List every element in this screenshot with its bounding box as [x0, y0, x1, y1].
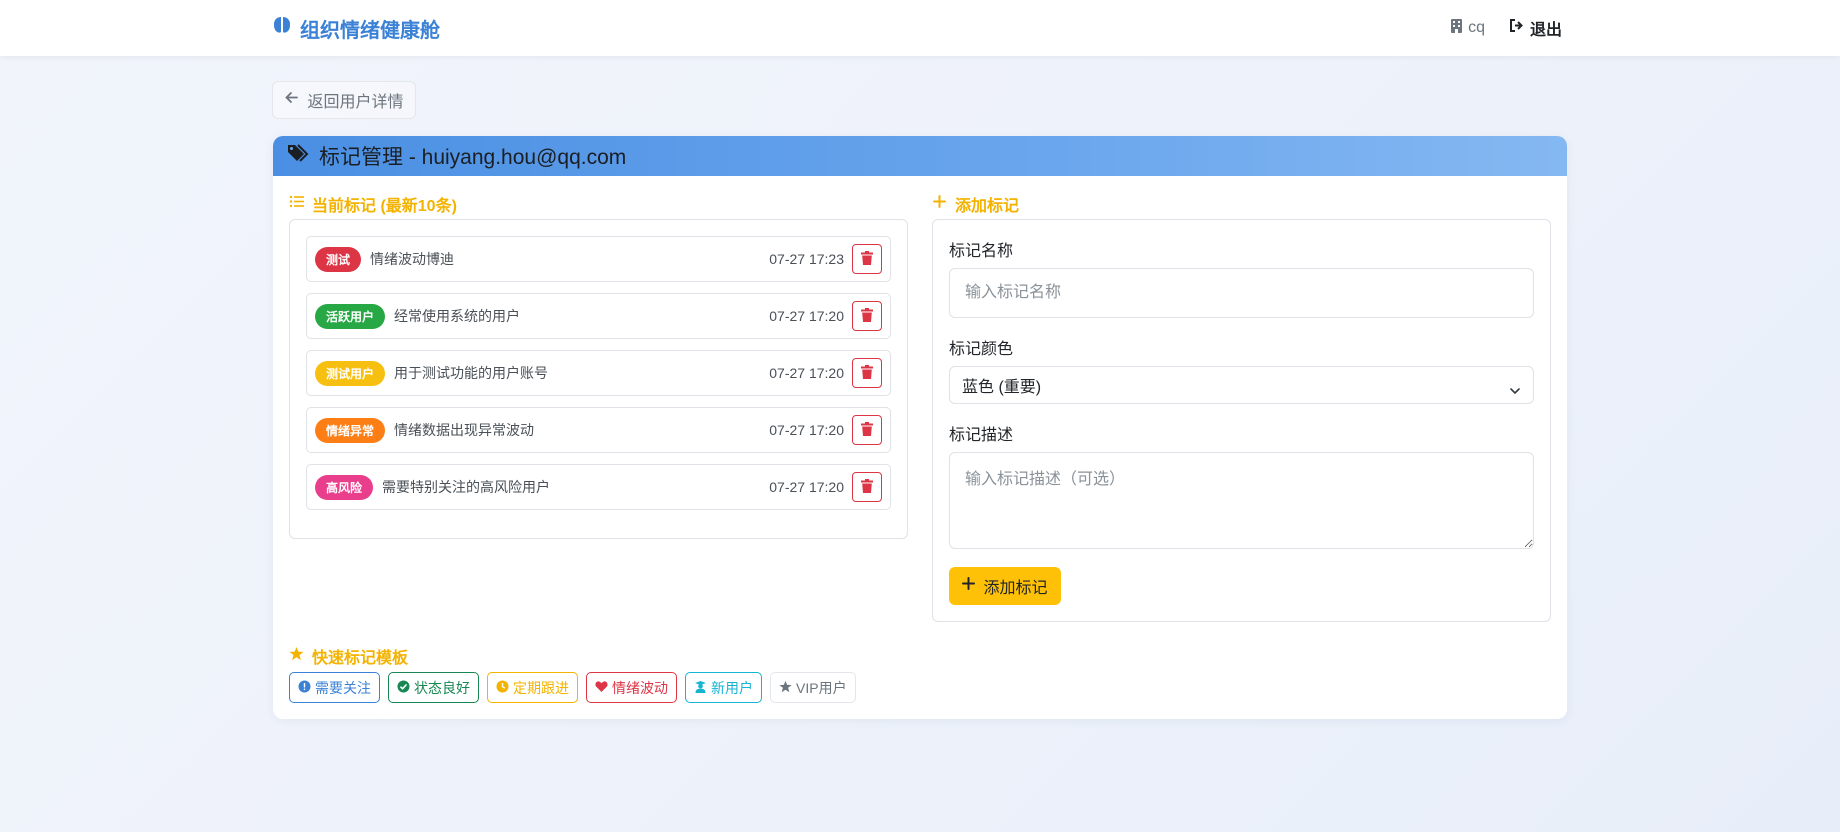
org-indicator: cq: [1449, 18, 1485, 38]
card-title: 标记管理 - huiyang.hou@qq.com: [319, 146, 627, 169]
tag-description: 情绪波动博迪: [370, 251, 455, 267]
trash-icon: [861, 364, 873, 382]
quick-templates-title: 快速标记模板: [312, 650, 409, 667]
tag-item: 高风险 需要特别关注的高风险用户 07-27 17:20: [306, 464, 891, 510]
quick-templates-heading: 快速标记模板: [289, 644, 408, 668]
template-new-user-button[interactable]: 新用户: [685, 672, 762, 703]
nav-right: cq 退出: [1449, 16, 1562, 40]
tag-description: 经常使用系统的用户: [394, 308, 521, 324]
add-tag-button[interactable]: 添加标记: [949, 567, 1061, 605]
trash-icon: [861, 478, 873, 496]
template-label: 定期跟进: [513, 679, 569, 696]
tag-time: 07-27 17:20: [769, 479, 844, 495]
navbar: 组织情绪健康舱 cq 退出: [0, 0, 1840, 56]
org-name: cq: [1468, 19, 1485, 36]
tag-badge: 测试用户: [315, 360, 386, 386]
template-vip-user-button[interactable]: VIP用户: [770, 672, 856, 703]
template-label: 新用户: [711, 679, 753, 696]
add-tag-title: 添加标记: [955, 198, 1020, 215]
back-to-user-detail-button[interactable]: 返回用户详情: [272, 81, 416, 119]
arrow-left-icon: [284, 90, 299, 110]
tag-time: 07-27 17:20: [769, 422, 844, 438]
current-tags-list: 测试 情绪波动博迪 07-27 17:23 活跃用户 经常使用系统的用户 07-…: [289, 219, 908, 539]
add-tag-button-label: 添加标记: [983, 580, 1048, 597]
tag-item: 情绪异常 情绪数据出现异常波动 07-27 17:20: [306, 407, 891, 453]
tag-badge: 高风险: [315, 474, 374, 500]
add-tag-heading: 添加标记: [932, 192, 1019, 216]
trash-icon: [861, 307, 873, 325]
tag-badge: 活跃用户: [315, 303, 386, 329]
sign-out-icon: [1509, 18, 1524, 38]
template-good-status-button[interactable]: 状态良好: [388, 672, 479, 703]
brand-name: 组织情绪健康舱: [300, 19, 440, 42]
building-icon: [1449, 18, 1464, 38]
tag-badge: 测试: [315, 246, 362, 272]
tag-item: 活跃用户 经常使用系统的用户 07-27 17:20: [306, 293, 891, 339]
tag-color-select[interactable]: 蓝色 (重要): [949, 366, 1534, 404]
logout-label: 退出: [1529, 22, 1562, 39]
delete-tag-button[interactable]: [852, 415, 882, 445]
current-tags-title: 当前标记 (最新10条): [312, 198, 457, 215]
template-needs-attention-button[interactable]: 需要关注: [289, 672, 380, 703]
trash-icon: [861, 421, 873, 439]
add-tag-form: 标记名称 标记颜色 蓝色 (重要) 标记描述 添加标记: [932, 219, 1551, 622]
heart-icon: [595, 680, 608, 696]
exclamation-circle-icon: [298, 680, 311, 696]
star-icon: [289, 646, 304, 666]
tag-desc-textarea[interactable]: [949, 452, 1534, 549]
tag-name-input[interactable]: [949, 268, 1534, 318]
brand[interactable]: 组织情绪健康舱: [272, 15, 440, 42]
template-mood-swing-button[interactable]: 情绪波动: [586, 672, 677, 703]
tag-desc-label: 标记描述: [949, 427, 1014, 444]
template-label: 需要关注: [315, 679, 371, 696]
tag-management-card: 标记管理 - huiyang.hou@qq.com 当前标记 (最新10条) 测…: [273, 136, 1567, 719]
tag-color-label: 标记颜色: [949, 341, 1014, 358]
delete-tag-button[interactable]: [852, 301, 882, 331]
template-label: VIP用户: [796, 679, 847, 696]
user-graduate-icon: [694, 680, 707, 696]
tag-color-value: 蓝色 (重要): [962, 379, 1042, 396]
card-header: 标记管理 - huiyang.hou@qq.com: [273, 136, 1567, 176]
delete-tag-button[interactable]: [852, 472, 882, 502]
delete-tag-button[interactable]: [852, 358, 882, 388]
list-icon: [289, 194, 304, 214]
template-label: 状态良好: [414, 679, 470, 696]
logout-button[interactable]: 退出: [1509, 16, 1562, 40]
current-tags-heading: 当前标记 (最新10条): [289, 192, 457, 216]
star-icon: [779, 680, 792, 696]
tag-time: 07-27 17:20: [769, 365, 844, 381]
tag-badge: 情绪异常: [315, 417, 386, 443]
tag-name-label: 标记名称: [949, 243, 1014, 260]
plus-icon: [962, 577, 976, 595]
quick-templates-row: 需要关注 状态良好 定期跟进 情绪波动 新用户 VIP用户: [289, 672, 856, 703]
clock-icon: [496, 680, 509, 696]
delete-tag-button[interactable]: [852, 244, 882, 274]
tag-description: 情绪数据出现异常波动: [394, 422, 535, 438]
tag-item: 测试用户 用于测试功能的用户账号 07-27 17:20: [306, 350, 891, 396]
trash-icon: [861, 250, 873, 268]
template-follow-up-button[interactable]: 定期跟进: [487, 672, 578, 703]
back-button-label: 返回用户详情: [307, 94, 404, 111]
tag-time: 07-27 17:20: [769, 308, 844, 324]
template-label: 情绪波动: [612, 679, 668, 696]
tag-description: 用于测试功能的用户账号: [394, 365, 549, 381]
brain-icon: [272, 15, 292, 41]
tag-item: 测试 情绪波动博迪 07-27 17:23: [306, 236, 891, 282]
check-circle-icon: [397, 680, 410, 696]
tag-description: 需要特别关注的高风险用户: [382, 479, 551, 495]
tags-icon: [287, 142, 309, 170]
tag-time: 07-27 17:23: [769, 251, 844, 267]
plus-icon: [932, 194, 947, 214]
